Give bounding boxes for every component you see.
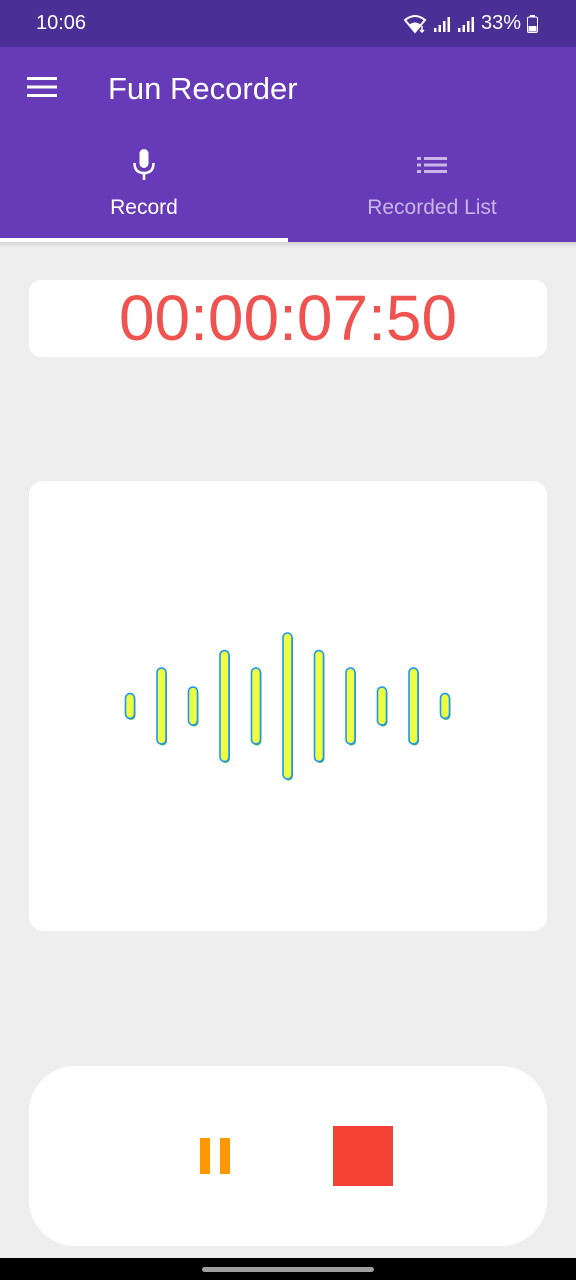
- pause-button[interactable]: [187, 1128, 243, 1184]
- system-nav-bar: [0, 1258, 576, 1280]
- waveform-bar: [376, 686, 388, 726]
- status-bar: 10:06 33%: [0, 0, 576, 47]
- app-bar: Fun Recorder Record Recorded List: [0, 47, 576, 242]
- status-time: 10:06: [36, 12, 87, 34]
- audio-waveform: [124, 632, 451, 781]
- microphone-icon: [132, 148, 156, 182]
- pause-bar-left: [200, 1138, 210, 1174]
- tab-record[interactable]: Record: [0, 142, 288, 242]
- app-bar-shadow: [0, 242, 576, 248]
- waveform-bar: [156, 667, 167, 745]
- tab-recorded-list[interactable]: Recorded List: [288, 142, 576, 242]
- menu-button[interactable]: [22, 69, 62, 109]
- tab-record-label: Record: [110, 196, 178, 219]
- waveform-bar: [124, 692, 136, 720]
- waveform-bar: [250, 667, 262, 745]
- stop-button[interactable]: [333, 1126, 393, 1186]
- signal-icon: [433, 15, 451, 33]
- pause-icon: [195, 1138, 235, 1174]
- status-icons: 33%: [403, 12, 538, 35]
- hamburger-menu-icon: [27, 76, 57, 103]
- waveform-bar: [345, 667, 356, 745]
- signal-icon-2: [457, 15, 475, 33]
- list-icon: [417, 148, 447, 182]
- app-title: Fun Recorder: [108, 71, 298, 106]
- timer-card: 00:00:07:50: [29, 280, 547, 357]
- pause-bar-right: [220, 1138, 230, 1174]
- waveform-bar: [313, 649, 325, 763]
- waveform-bar: [282, 632, 293, 780]
- waveform-bar: [408, 667, 419, 745]
- controls-card: [29, 1066, 547, 1246]
- battery-percent: 33%: [480, 12, 521, 34]
- home-gesture-handle[interactable]: [202, 1267, 374, 1272]
- waveform-card: [29, 481, 547, 931]
- tab-recorded-list-label: Recorded List: [367, 196, 497, 219]
- wifi-icon: [403, 14, 427, 34]
- elapsed-timer: 00:00:07:50: [118, 282, 458, 354]
- waveform-bar: [219, 649, 230, 763]
- battery-icon: [527, 14, 538, 33]
- waveform-bar: [439, 692, 451, 720]
- waveform-bar: [187, 686, 199, 726]
